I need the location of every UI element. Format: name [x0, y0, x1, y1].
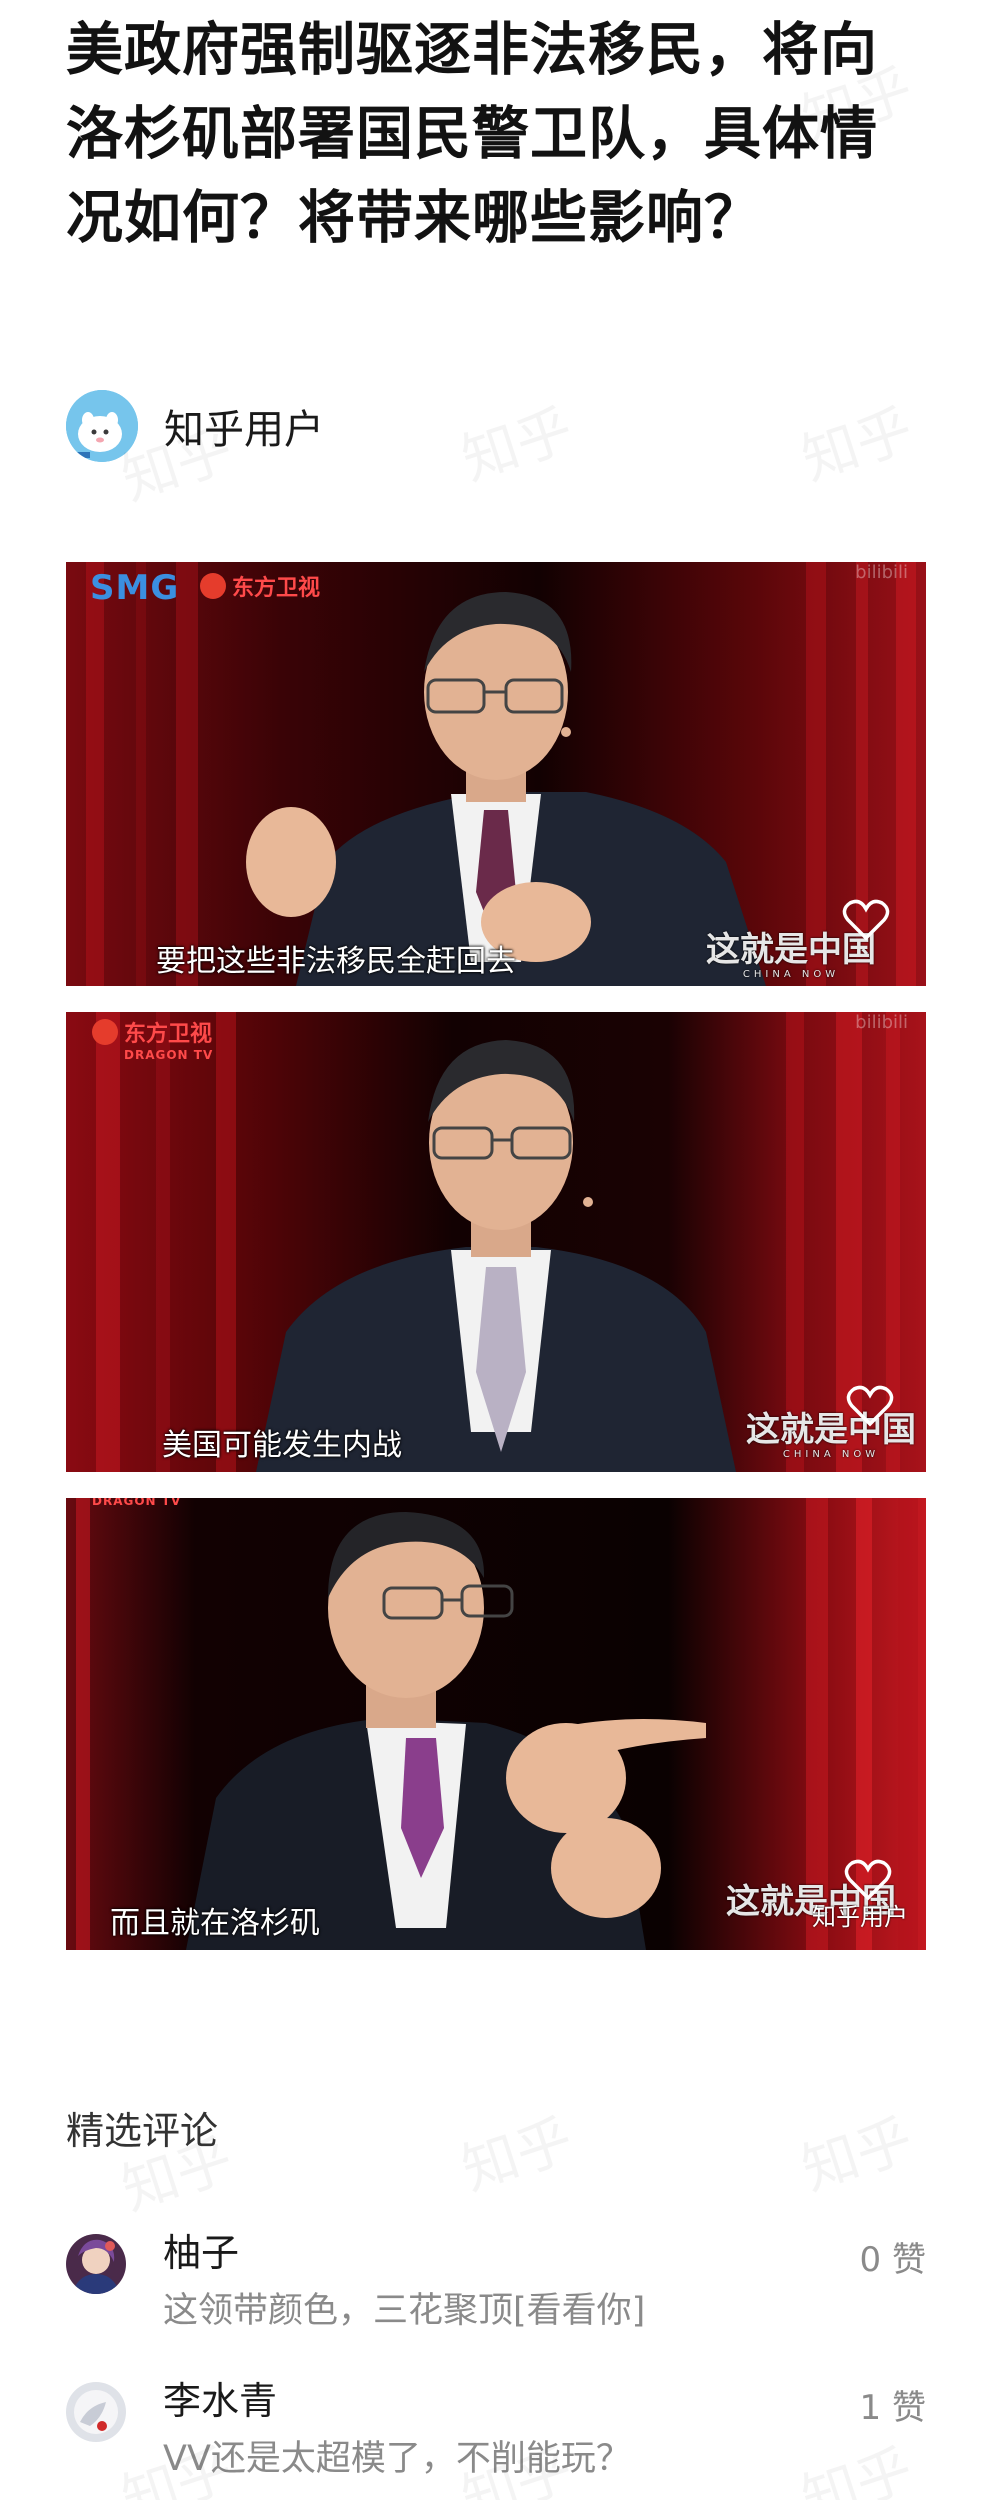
comment-text: 这领带颜色，三花聚顶[看看你]	[163, 2291, 646, 2331]
featured-comments-header: 精选评论	[66, 2109, 219, 2153]
like-count[interactable]: 0 赞	[860, 2232, 926, 2281]
bilibili-watermark: bilibili	[855, 1012, 908, 1033]
author-name[interactable]: 知乎用户	[164, 397, 324, 455]
user-avatar-icon	[66, 2382, 126, 2442]
channel-name: 东方卫视	[232, 576, 321, 601]
avatar[interactable]	[66, 390, 138, 462]
watermark-zhihu: 知乎	[790, 385, 922, 497]
video-frame-1[interactable]: SMG 东方卫视 bilibili 要把这些非法移民全赶回去 这就是中国 CHI…	[66, 562, 926, 986]
zhihu-user-watermark: 知乎用户	[812, 1903, 908, 1931]
video-frame-2[interactable]: 东方卫视 DRAGON TV bilibili 美国可能发生内战 这就是中国 C…	[66, 1012, 926, 1472]
dragon-tv-ball-icon	[92, 1019, 118, 1045]
comment-item[interactable]: 李水青 VV还是太超模了，不削能玩？ 1 赞	[66, 2370, 926, 2500]
video-subtitle: 而且就在洛杉矶	[110, 1906, 320, 1941]
video-subtitle: 要把这些非法移民全赶回去	[156, 944, 516, 979]
like-count[interactable]: 1 赞	[860, 2380, 926, 2429]
watermark-zhihu: 知乎	[790, 2095, 922, 2207]
comment-author[interactable]: 李水青	[163, 2370, 277, 2425]
dragon-tv-logo: 东方卫视	[200, 570, 320, 602]
default-avatar-icon	[66, 390, 138, 462]
avatar[interactable]	[66, 2382, 126, 2442]
heart-icon[interactable]	[844, 1858, 892, 1902]
comment-text: VV还是太超模了，不削能玩？	[163, 2439, 631, 2479]
video-subtitle: 美国可能发生内战	[162, 1428, 402, 1463]
dragon-tv-logo: DRAGON TV	[92, 1498, 182, 1508]
smg-logo: SMG	[90, 568, 180, 608]
comment-author[interactable]: 柚子	[163, 2222, 239, 2277]
show-logo-subtext: CHINA NOW	[782, 1449, 880, 1460]
heart-icon[interactable]	[842, 898, 890, 942]
author-row[interactable]: 知乎用户	[66, 390, 324, 462]
avatar[interactable]	[66, 2234, 126, 2294]
watermark-zhihu: 知乎	[450, 385, 582, 497]
heart-icon[interactable]	[846, 1384, 894, 1428]
zhihu-answer-page: 知乎 知乎 知乎 知乎 知乎 知乎 知乎 知乎 知乎 知乎 美政府强制驱逐非法移…	[0, 0, 992, 2500]
watermark-zhihu: 知乎	[450, 2095, 582, 2207]
show-logo-subtext: CHINA NOW	[742, 969, 840, 980]
bilibili-watermark: bilibili	[855, 562, 908, 583]
channel-name-en: DRAGON TV	[124, 1048, 214, 1062]
dragon-tv-ball-icon	[200, 573, 226, 599]
dragon-tv-logo: 东方卫视 DRAGON TV	[92, 1016, 213, 1062]
video-frame-3[interactable]: DRAGON TV 而且就在洛杉矶 这就是中国 知乎用户	[66, 1498, 926, 1950]
question-title[interactable]: 美政府强制驱逐非法移民，将向洛杉矶部署国民警卫队，具体情况如何？将带来哪些影响？	[66, 8, 926, 260]
user-avatar-icon	[66, 2234, 126, 2294]
channel-name: 东方卫视	[124, 1022, 213, 1047]
comment-item[interactable]: 柚子 这领带颜色，三花聚顶[看看你] 0 赞	[66, 2222, 926, 2352]
